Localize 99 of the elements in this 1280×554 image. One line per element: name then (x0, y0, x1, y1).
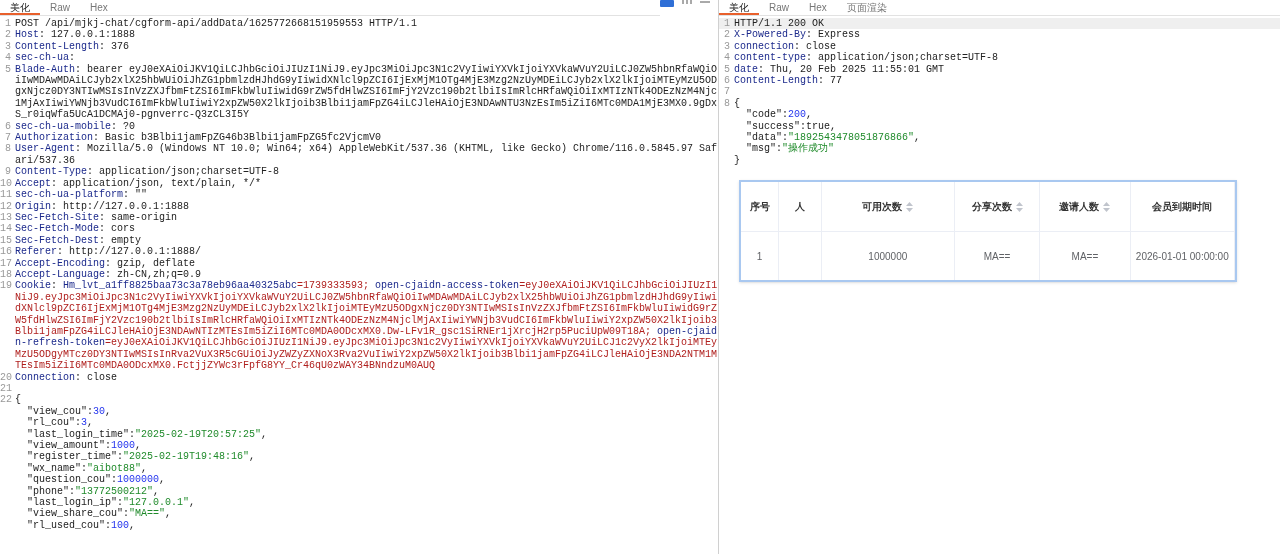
table-cell-text: 1000000 (868, 249, 908, 264)
line-number: 6 (724, 75, 730, 87)
code-line: "msg":"操作成功" (745, 143, 836, 155)
column-label: 可用次数 (862, 200, 903, 214)
code-line: "phone":"13772500212", (26, 485, 161, 497)
line-number: 9 (5, 166, 11, 178)
line-number: 5 (724, 63, 730, 75)
line-number: 16 (0, 246, 12, 258)
code-line: "view_cou":30, (26, 405, 113, 417)
code-line: Sec-Fetch-Mode: cors (15, 223, 137, 235)
editor-tab[interactable]: Hex (799, 2, 837, 15)
line-number: 21 (0, 383, 12, 394)
code-line: Sec-Fetch-Site: same-origin (15, 211, 179, 223)
header-cell[interactable]: 可用次数 (821, 182, 955, 231)
code-line: Content-Type: application/json;charset=UTF-8 (15, 166, 281, 178)
code-line: Host: 127.0.0.1:1888 (15, 29, 137, 41)
code-line: "wx_name":"aibot88", (26, 462, 149, 474)
line-number: 7 (5, 132, 11, 144)
editor-tab[interactable]: 美化 (0, 2, 40, 15)
column-label: 序号 (749, 200, 770, 214)
code-line: date: Thu, 20 Feb 2025 11:55:01 GMT (734, 63, 946, 75)
line-number: 19 (0, 280, 12, 292)
menu-icon[interactable] (700, 0, 710, 5)
table-cell-text: MA== (1071, 249, 1099, 264)
table-cell-text: MA== (983, 249, 1011, 264)
line-number: 3 (5, 40, 11, 52)
line-number: 1 (724, 18, 730, 29)
line-number: 2 (5, 29, 11, 41)
line-number: 8 (724, 97, 730, 109)
code-line: X-Powered-By: Express (734, 29, 862, 41)
column-label: 会员到期时间 (1152, 200, 1213, 214)
table-cell-text: 1 (756, 249, 763, 264)
code-line: content-type: application/json;charset=UTF-8 (734, 52, 1000, 64)
code-line: "code":200, (745, 109, 814, 121)
line-number: 22 (0, 394, 12, 406)
code-line: HTTP/1.1 200 OK (734, 18, 825, 29)
line-number: 6 (5, 120, 11, 132)
code-line: connection: close (734, 40, 838, 52)
code-line: User-Agent: Mozilla/5.0 (Windows NT 10.0; Win64; x64) AppleWebKit/537.36 (KHTML, like Gecko) Chrome/116.0.5845.97 Safari/537.36 (15, 143, 718, 166)
line-number: 17 (0, 257, 12, 269)
sort-icon[interactable] (1015, 201, 1023, 212)
line-number: 11 (0, 189, 12, 201)
line-number: 7 (724, 86, 730, 98)
line-number: 15 (0, 234, 12, 246)
code-line: Connection: close (15, 371, 119, 383)
line-number: 3 (724, 40, 730, 52)
table-cell-text: 2026-01-01 00:00:00 (1135, 249, 1229, 264)
line-number: 5 (5, 63, 11, 75)
line-number: 18 (0, 268, 12, 280)
code-line: Sec-Fetch-Dest: empty (15, 234, 143, 246)
code-line: sec-ch-ua-platform: "" (15, 189, 149, 201)
code-line: "question_cou":1000000, (26, 474, 167, 486)
code-line: Accept-Encoding: gzip, deflate (15, 257, 197, 269)
code-line: "rl_cou":3, (26, 417, 95, 429)
line-number: 2 (724, 29, 730, 41)
code-line: { (15, 394, 22, 406)
code-line: Accept: application/json, text/plain, */* (15, 177, 263, 189)
editor-tab[interactable]: Raw (759, 2, 799, 15)
header-cell[interactable]: 分享次数 (954, 182, 1041, 231)
sort-icon[interactable] (1103, 201, 1111, 212)
code-line: "view_share_cou":"MA==", (26, 508, 173, 520)
column-label: 分享次数 (971, 200, 1012, 214)
code-line: "register_time":"2025-02-19T19:48:16", (26, 451, 257, 463)
line-number: 13 (0, 211, 12, 223)
code-line: Origin: http://127.0.0.1:1888 (15, 200, 191, 212)
code-line: Blade-Auth: bearer eyJ0eXAiOiJKV1QiLCJhbGciOiJIUzI1NiJ9.eyJpc3MiOiJpc3N1c2VyIiwiYXVkIjoiYXVkaWVuY2UiLCJ0ZW5hbnRfaWQiOiIwMDAwMDAiLCJyb2xlX25hbWUiOiJhZG1pbmlzdHJhdG9yIiwidXNlcl9pZCI6IjExMjM1OTg4MjE3Mzg2NzUyMDEiLCJyb2xlX2lkIjoiMTEyMzU5ODgxNjcz0DY3NTIwMSIsInVzZXJfbmFtZSI6ImFkbWluIiwidG9rZW5fdHlwZSI6ImFjY2Vzc190b2tlbiIsImRlcHRfaWQiOiIxMTIzNTk4ODEzNzM4Njc1MjAxIiwiYWNjb3VudCI6ImFkbWluIiwiY2xpZW50X2lkIjoib3Blbi1jamFpZG4iLCJleHAiOjE3NDAwNTU3NzEsIm5iZiI6MTc0MDA1MjE3MX0.9gDxS_r0iqWfa5UcA1DCMAj0-pgnverrc-Q3zCL3I5Y (15, 63, 718, 121)
code-line: sec-ch-ua: (15, 52, 77, 64)
code-line: Authorization: Basic b3Blbi1jamFpZG46b3Blbi1jamFpZG5fc2VjcmV0 (15, 132, 382, 144)
code-line: Content-Length: 376 (15, 40, 131, 52)
editor-tab[interactable]: Raw (40, 2, 80, 15)
header-cell[interactable]: 邀请人数 (1040, 182, 1131, 231)
code-line: "rl_used_cou":100, (26, 519, 137, 532)
code-line: "last_login_ip":"127.0.0.1", (26, 497, 197, 509)
code-line: Cookie: Hm_lvt_a1ff8825baa73c3a78eb96aa40325abc=1739333593; open-cjaidn-access-token=eyJ0eXAiOiJKV1QiLCJhbGciOiJIUzI1NiJ9.eyJpc3MiOiJpc3N1c2VyIiwiYXVkIjoiYXVkaWVuY2UiLCJ0ZW5hbnRfaWQiOiIwMDAwMDAiLCJyb2xlX25hbWUiOiJhZG1pbmlzdHJhdG9yIiwidXNlcl9pZCI6IjExMjM1OTg4MjE3Mzg2NzUyMDEiLCJyb2xlX2lkIjoiMTEyMzU5ODgxNjcz0DY3NTIwMSIsInVzZXJfbmFtZSI6ImFkbWluIiwidG9rZW5fdHlwZSI6ImFjY2Vzc190b2tlbiIsImRlcHRfaWQiOiIxMTIzNTk4ODEzNzM4NjclMjAxIiwiYWNjb3VudCI6ImFkbWluIiwiY2xpZW50X2lkIjoib3Blbi1jamFpZG4iLCJleHAiOjE3NDAwNTIzMTEsIm5iZiI6MTc0MDA0ODcxMX0.Dw-LFv1R_gsc1SiRNEr1jXrcjH2rp5PuciUpW09T18A; open-cjaidn-refresh-token=eyJ0eXAiOiJKV1QiLCJhbGciOiJIUzI1NiJ9.eyJpc3MiOiJpc3N1c2VyIiwiYXVkIjoiYXVkaWVuY2UiLCJ1c2VyX2lkIjoiMTEyMzU5ODgyMTcz0DY3NTIwMSIsInRva2VuX3R5cGUiOiJyZWZyZXNoX3Rva2VuIiwiY2xpZW50X2lkIjoib3Blbi1jamFpZG4iLCJleHAiOjE3NDA2NTM1MTEsIm5iZiI6MTc0MDA0ODcxMX0.FctjjZYWc3rFpfG8YY_Cr46qU0zWAY34BNndzuM0AUQ (15, 280, 718, 372)
code-line: } (734, 154, 741, 167)
code-line: Accept-Language: zh-CN,zh;q=0.9 (15, 268, 202, 281)
code-line: sec-ch-ua-mobile: ?0 (15, 120, 137, 132)
code-line: "last_login_time":"2025-02-19T20:57:25", (26, 428, 269, 440)
line-number: 1 (5, 18, 11, 29)
line-number: 12 (0, 200, 12, 212)
line-number: 10 (0, 177, 12, 189)
code-line: Content-Length: 77 (734, 75, 844, 87)
editor-tab[interactable]: Hex (80, 2, 118, 15)
column-label: 人 (794, 200, 805, 214)
column-label: 邀请人数 (1059, 200, 1100, 214)
sort-icon[interactable] (906, 201, 914, 212)
code-line: Referer: http://127.0.0.1:1888/ (15, 246, 203, 258)
line-number: 14 (0, 223, 12, 235)
editor-tab[interactable]: 美化 (719, 2, 759, 15)
line-number: 4 (5, 52, 11, 64)
line-number: 20 (0, 371, 12, 383)
line-number: 4 (724, 52, 730, 64)
code-line: { (734, 97, 741, 110)
code-line: "data":"1892543478051876866", (745, 132, 922, 144)
code-line: "success":true, (745, 120, 838, 132)
line-number: 8 (5, 143, 11, 155)
code-line: POST /api/mjkj-chat/cgform-api/addData/1625772668151959553 HTTP/1.1 (15, 18, 419, 30)
code-line: "view_amount":1000, (26, 440, 142, 452)
editor-tab[interactable]: 页面渲染 (836, 2, 897, 15)
